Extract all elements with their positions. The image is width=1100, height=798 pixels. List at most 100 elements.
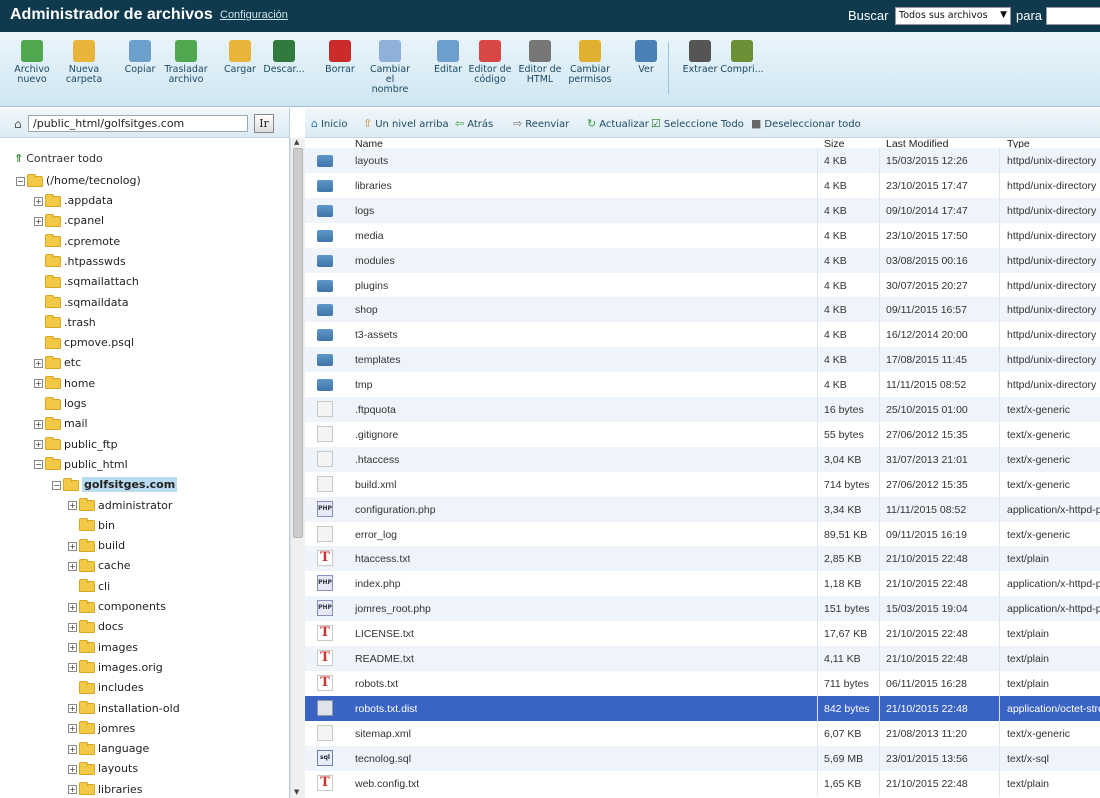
view-button[interactable]: Ver <box>622 37 670 75</box>
delete-button[interactable]: Borrar <box>316 37 364 75</box>
config-link[interactable]: Configuración <box>220 9 288 21</box>
table-row[interactable]: Trobots.txt 711 bytes 06/11/2015 16:28 text… <box>305 670 1100 696</box>
scroll-up-arrow-icon[interactable]: ▲ <box>294 138 299 146</box>
tree-node[interactable]: logs <box>34 396 87 417</box>
tree-node[interactable]: + libraries <box>68 782 142 798</box>
expand-node-icon[interactable]: + <box>68 724 77 734</box>
table-row[interactable]: PHP index.php 1,18 KB 21/10/2015 22:48 appli… <box>305 571 1100 597</box>
table-row[interactable]: media 4 KB 23/10/2015 17:50 httpd/unix-dire… <box>305 222 1100 248</box>
tree-node[interactable]: − golfsitges.com <box>52 477 178 498</box>
tree-node[interactable]: .sqmaildata <box>34 295 129 316</box>
scroll-down-arrow-icon[interactable]: ▼ <box>294 788 299 796</box>
table-row[interactable]: Thtaccess.txt 2,85 KB 21/10/2015 22:48 text… <box>305 546 1100 572</box>
edit-button[interactable]: Editar <box>424 37 472 75</box>
expand-node-icon[interactable]: + <box>68 744 77 754</box>
tree-node[interactable]: .htpasswds <box>34 254 126 275</box>
expand-node-icon[interactable]: + <box>68 704 77 713</box>
expand-node-icon[interactable]: + <box>34 379 43 389</box>
search-scope-select[interactable]: Todos sus archivos ▼ <box>895 7 1011 25</box>
table-row[interactable]: sitemap.xml 6,07 KB 21/08/2013 11:20 text/x… <box>305 720 1100 746</box>
tree-node[interactable]: + build <box>68 538 125 559</box>
table-row[interactable]: sql tecnolog.sql 5,69 MB 23/01/2015 13:56 te… <box>305 745 1100 771</box>
table-row[interactable]: T LICENSE.txt 17,67 KB 21/10/2015 22:48 text… <box>305 621 1100 647</box>
tree-node[interactable]: + administrator <box>68 498 172 519</box>
search-input[interactable] <box>1046 7 1100 25</box>
table-row[interactable]: Tweb.config.txt 1,65 KB 21/10/2015 22:48 te… <box>305 770 1100 796</box>
expand-node-icon[interactable]: + <box>68 663 77 673</box>
tree-node[interactable]: + components <box>68 599 166 620</box>
tree-node[interactable]: + .appdata <box>34 193 113 214</box>
tree-node[interactable]: − public_html <box>34 457 128 478</box>
expand-node-icon[interactable]: + <box>34 196 43 206</box>
go-button[interactable]: Ir <box>254 114 274 133</box>
table-row[interactable]: tmp 4 KB 11/11/2015 08:52 httpd/unix-direct… <box>305 372 1100 398</box>
table-row[interactable]: libraries 4 KB 23/10/2015 17:47 httpd/unix-… <box>305 172 1100 198</box>
table-row[interactable]: PHP configuration.php 3,34 KB 11/11/2015 08… <box>305 496 1100 522</box>
expand-node-icon[interactable]: + <box>34 216 43 226</box>
table-row[interactable]: shop 4 KB 09/11/2015 16:57 httpd/unix-direc… <box>305 297 1100 323</box>
tree-node[interactable]: + home <box>34 376 95 397</box>
code-editor-button[interactable]: Editor de código <box>466 37 514 85</box>
table-row[interactable]: layouts 4 KB 15/03/2015 12:26 httpd/unix-di… <box>305 148 1100 173</box>
tree-node[interactable]: cli <box>68 579 110 600</box>
tree-node[interactable]: + docs <box>68 619 124 640</box>
collapse-node-icon[interactable]: − <box>52 480 61 490</box>
tree-node[interactable]: + cache <box>68 558 131 579</box>
tree-node[interactable]: + images.orig <box>68 660 163 681</box>
tree-node[interactable]: + language <box>68 741 149 762</box>
permissions-button[interactable]: Cambiar permisos <box>566 37 614 85</box>
tree-node[interactable]: + images <box>68 640 138 661</box>
tree-node[interactable]: .trash <box>34 315 96 336</box>
table-row[interactable]: plugins 4 KB 30/07/2015 20:27 httpd/unix-di… <box>305 272 1100 298</box>
table-row[interactable]: .htaccess 3,04 KB 31/07/2013 21:01 text/x-g… <box>305 446 1100 472</box>
nav-home-button[interactable]: ⌂ Inicio <box>311 117 347 130</box>
expand-node-icon[interactable]: + <box>68 764 77 774</box>
expand-node-icon[interactable]: + <box>68 602 77 612</box>
nav-up-level-button[interactable]: ⇧ Un nivel arriba <box>363 117 449 130</box>
nav-checkbox-checked-button[interactable]: ☑ Seleccione Todo <box>651 117 744 130</box>
table-row[interactable]: T README.txt 4,11 KB 21/10/2015 22:48 text/p… <box>305 646 1100 671</box>
table-row[interactable]: .gitignore 55 bytes 27/06/2012 15:35 text/x… <box>305 421 1100 447</box>
tree-scrollbar[interactable]: ▲ ▼ <box>290 138 305 798</box>
expand-node-icon[interactable]: + <box>34 440 43 450</box>
move-button[interactable]: Trasladar archivo <box>162 37 210 85</box>
expand-node-icon[interactable]: + <box>68 643 77 653</box>
copy-button[interactable]: Copiar <box>116 37 164 75</box>
collapse-node-icon[interactable]: − <box>34 460 43 470</box>
table-row[interactable]: modules 4 KB 03/08/2015 00:16 httpd/unix-di… <box>305 247 1100 273</box>
expand-node-icon[interactable]: + <box>68 785 77 795</box>
tree-node[interactable]: + public_ftp <box>34 437 118 458</box>
tree-node[interactable]: + layouts <box>68 761 138 782</box>
tree-node[interactable]: + mail <box>34 416 88 437</box>
extract-button[interactable]: Extraer <box>676 37 724 75</box>
html-editor-button[interactable]: Editor de HTML <box>516 37 564 85</box>
compress-button[interactable]: Compri... <box>718 37 766 75</box>
table-row[interactable]: .ftpquota 16 bytes 25/10/2015 01:00 text/x-… <box>305 397 1100 422</box>
expand-node-icon[interactable]: + <box>68 501 77 510</box>
table-row[interactable]: t3-assets 4 KB 16/12/2014 20:00 httpd/unix-… <box>305 322 1100 348</box>
tree-node[interactable]: includes <box>68 680 144 701</box>
table-row[interactable]: logs 4 KB 09/10/2014 17:47 httpd/unix-direc… <box>305 197 1100 223</box>
expand-node-icon[interactable]: + <box>34 419 43 429</box>
expand-node-icon[interactable]: + <box>68 541 77 551</box>
tree-node[interactable]: + jomres <box>68 721 135 742</box>
tree-node[interactable]: bin <box>68 518 115 539</box>
tree-node[interactable]: + .cpanel <box>34 213 104 234</box>
nav-forward-arrow-button[interactable]: ⇨ Reenviar <box>513 117 569 130</box>
new-folder-button[interactable]: Nueva carpeta <box>60 37 108 85</box>
nav-checkbox-empty-button[interactable]: ■ Deseleccionar todo <box>751 117 861 130</box>
upload-button[interactable]: Cargar <box>216 37 264 75</box>
table-row[interactable]: robots.txt.dist 842 bytes 21/10/2015 22:48… <box>305 695 1100 721</box>
table-row[interactable]: error_log 89,51 KB 09/11/2015 16:19 text/x-… <box>305 521 1100 547</box>
scrollbar-thumb[interactable] <box>293 148 303 538</box>
tree-node[interactable]: .sqmailattach <box>34 274 139 295</box>
table-row[interactable]: build.xml 714 bytes 27/06/2012 15:35 text/x… <box>305 471 1100 497</box>
expand-node-icon[interactable]: + <box>68 561 77 571</box>
collapse-node-icon[interactable]: − <box>16 176 25 186</box>
collapse-all-button[interactable]: ⇑ Contraer todo <box>14 152 103 165</box>
expand-node-icon[interactable]: + <box>68 622 77 632</box>
expand-node-icon[interactable]: + <box>34 358 43 368</box>
new-file-button[interactable]: Archivo nuevo <box>8 37 56 85</box>
rename-button[interactable]: Cambiar el nombre <box>368 37 412 95</box>
tree-node[interactable]: − (/home/tecnolog) <box>16 173 141 194</box>
